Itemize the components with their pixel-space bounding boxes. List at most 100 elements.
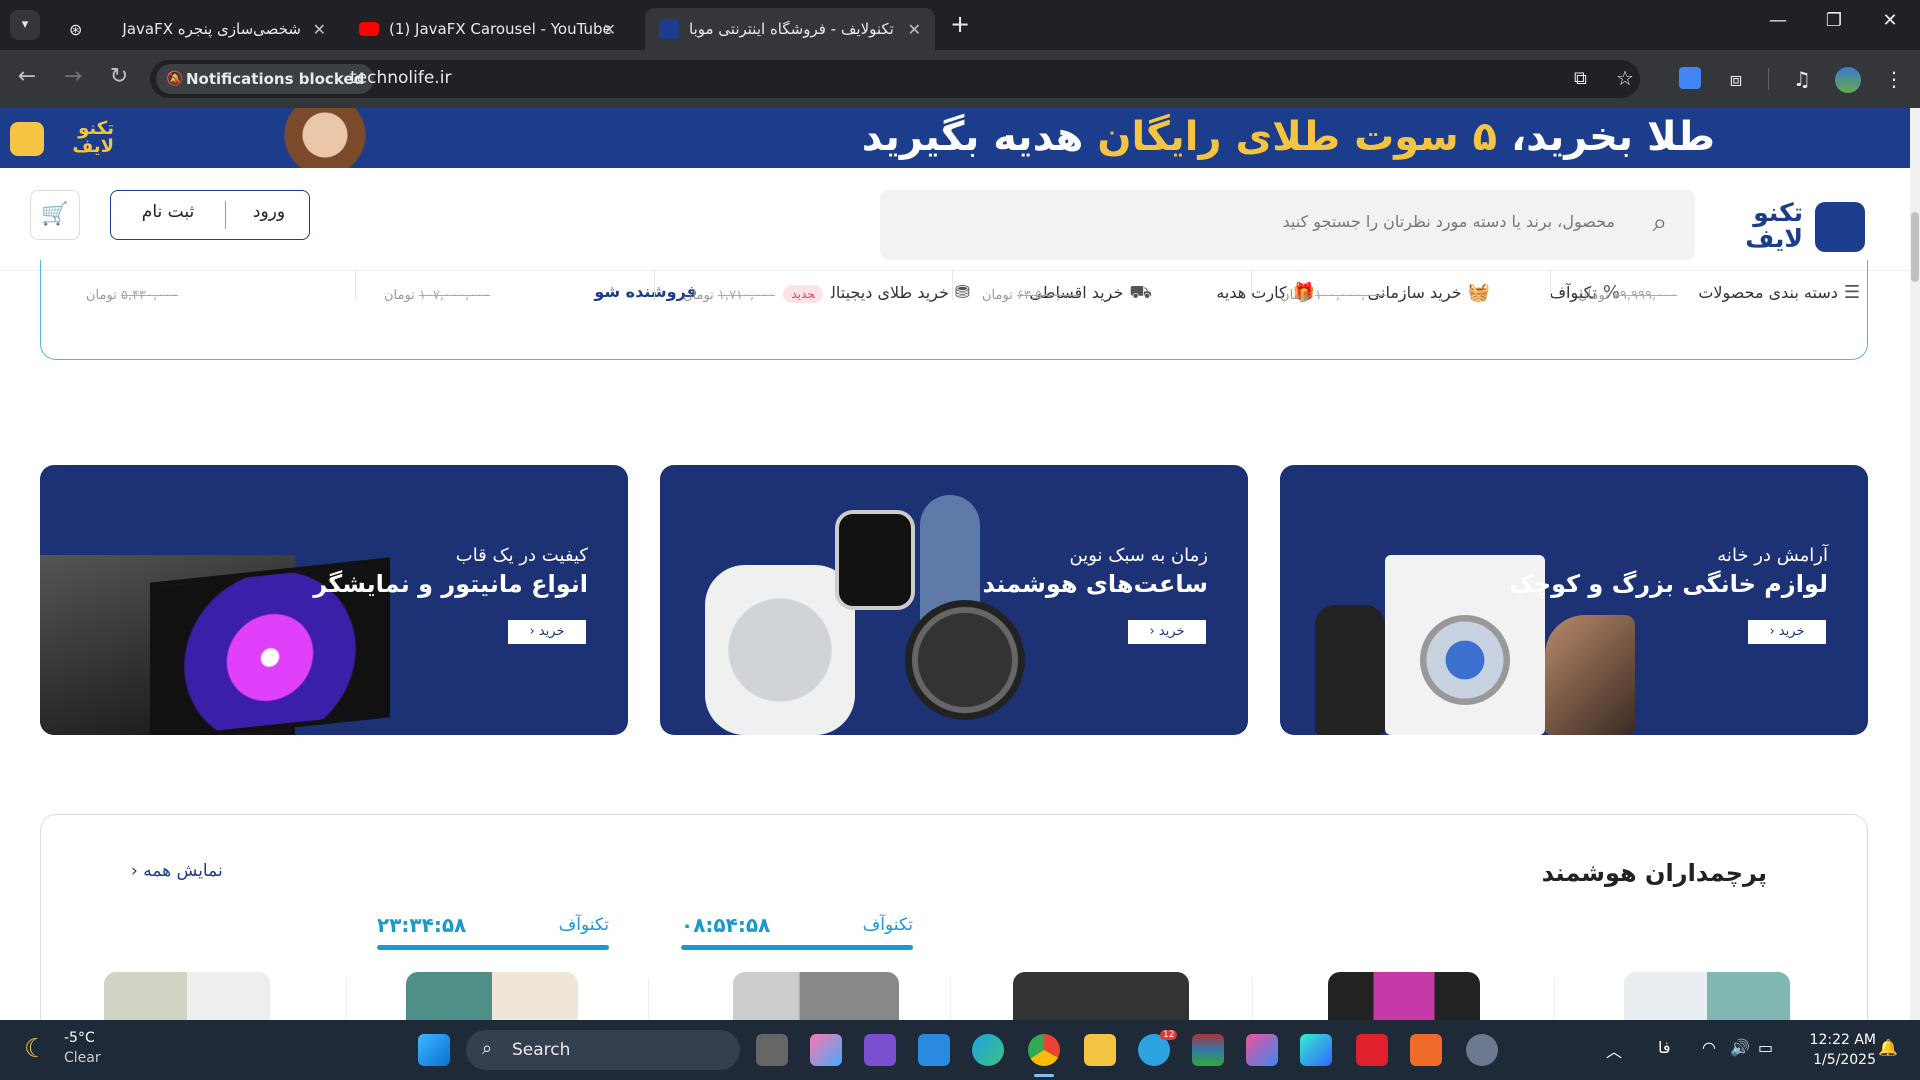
browser-tab-strip: ▾ ⊛ شخصی‌سازی پنجره JavaFX ✕ (1) JavaFX … — [0, 0, 1920, 50]
product-divider — [648, 978, 649, 1020]
intellij-icon[interactable] — [1246, 1034, 1278, 1066]
product-image-phone[interactable] — [1624, 972, 1790, 1020]
new-tab-button[interactable]: + — [950, 10, 970, 38]
vivaldi-icon[interactable] — [1356, 1034, 1388, 1066]
telegram-badge: 12 — [1160, 1030, 1178, 1040]
banner-home-appliances[interactable]: آرامش در خانه لوازم خانگی بزرگ و کوچک خر… — [1280, 465, 1868, 735]
cart-button[interactable]: 🛒 — [30, 190, 80, 240]
file-explorer-icon[interactable] — [1084, 1034, 1116, 1066]
close-tab-icon[interactable]: ✕ — [908, 20, 921, 39]
banner-smartwatches[interactable]: زمان به سبک نوین ساعت‌های هوشمند خرید ‹ — [660, 465, 1248, 735]
translate-icon[interactable]: ⧉ — [1574, 68, 1587, 89]
active-app-indicator — [1034, 1074, 1054, 1077]
logo-mark — [1815, 202, 1865, 252]
product-image-phone[interactable] — [733, 972, 899, 1020]
bookmark-star-icon[interactable]: ☆ — [1616, 66, 1634, 90]
winrar-icon[interactable] — [1192, 1034, 1224, 1066]
close-tab-icon[interactable]: ✕ — [313, 20, 326, 39]
profile-avatar[interactable] — [1834, 67, 1862, 98]
strip-divider — [952, 270, 953, 300]
browser-tab-active[interactable]: تکنولایف - فروشگاه اینترنتی موبا ✕ — [645, 8, 935, 50]
minimize-icon[interactable]: — — [1758, 10, 1798, 31]
back-icon[interactable]: ← — [12, 64, 42, 89]
flagship-section: پرچمداران هوشمند نمایش همه ‹ تکنوآف ۰۸:۵… — [40, 814, 1868, 1020]
forward-icon[interactable]: → — [58, 64, 88, 89]
buy-button[interactable]: خرید ‹ — [1128, 620, 1206, 644]
timer-progress-bar — [377, 945, 609, 950]
youtube-icon — [359, 22, 379, 36]
strip-price: ۱۰۷,۰۰۰,۰۰۰ تومان — [384, 288, 491, 303]
strip-price: ۶۹,۹۹۹,۰۰۰ تومان — [1578, 288, 1678, 303]
notification-bell-icon[interactable]: 🔔 — [1878, 1038, 1898, 1057]
openai-icon: ⊛ — [69, 19, 83, 39]
windows-taskbar: ☾ -5°C Clear ⌕ Search 12 ︿ فا ◠ 🔊 ▭ 12:2… — [0, 1020, 1920, 1080]
buy-button[interactable]: خرید ‹ — [508, 620, 586, 644]
auth-box: ورود ثبت نام — [110, 190, 310, 240]
washer-door-image — [1420, 615, 1510, 705]
strip-price: ۵,۴۳۰,۰۰۰ تومان — [86, 288, 179, 303]
product-image-phone[interactable] — [1328, 972, 1480, 1020]
edge-icon[interactable] — [972, 1034, 1004, 1066]
strip-divider — [355, 270, 356, 300]
site-logo[interactable]: تکنو لایف — [1725, 200, 1865, 258]
battery-icon[interactable]: ▭ — [1758, 1038, 1773, 1057]
product-image-phone[interactable] — [1013, 972, 1189, 1020]
product-image-phone[interactable] — [406, 972, 578, 1020]
tab-search-button[interactable]: ▾ — [10, 10, 40, 40]
close-tab-icon[interactable]: ✕ — [603, 20, 616, 39]
promo-banner[interactable]: تکنو لایف طلا بخرید، ۵ سوت طلای رایگان ه… — [0, 108, 1910, 168]
windows-start-icon[interactable] — [418, 1034, 450, 1066]
restore-icon[interactable]: ❐ — [1814, 10, 1854, 31]
promo-logo: تکنو لایف — [10, 118, 114, 160]
media-control-icon[interactable]: ♫ — [1788, 67, 1816, 91]
browser-tab[interactable]: ⊛ شخصی‌سازی پنجره JavaFX ✕ — [55, 8, 340, 50]
promo-headline: طلا بخرید، ۵ سوت طلای رایگان هدیه بگیرید — [861, 114, 1715, 160]
chrome-icon[interactable] — [1028, 1034, 1060, 1066]
auth-divider — [225, 201, 226, 229]
address-bar[interactable]: 🔕 Notifications blocked technolife.ir ⧉ … — [150, 60, 1640, 98]
register-button[interactable]: ثبت نام — [111, 202, 225, 222]
volume-icon[interactable]: 🔊 — [1730, 1038, 1750, 1057]
browser-tab[interactable]: (1) JavaFX Carousel - YouTube ✕ — [345, 8, 630, 50]
chevron-left-icon: ‹ — [131, 861, 138, 881]
scrollbar-thumb[interactable] — [1911, 212, 1919, 282]
reload-icon[interactable]: ↻ — [104, 64, 134, 89]
strip-divider — [654, 270, 655, 300]
promo-model-photo — [265, 108, 385, 168]
chrome-menu-icon[interactable]: ⋮ — [1880, 67, 1908, 91]
clock[interactable]: 12:22 AM 1/5/2025 — [1810, 1030, 1876, 1070]
product-image-phone[interactable] — [104, 972, 270, 1020]
brave-icon[interactable] — [1410, 1034, 1442, 1066]
visual-studio-icon[interactable] — [864, 1034, 896, 1066]
google-translate-extension-icon[interactable] — [1676, 67, 1704, 94]
dev-tool-icon[interactable] — [1300, 1034, 1332, 1066]
show-all-link[interactable]: نمایش همه ‹ — [131, 861, 223, 881]
search-icon: ⌕ — [482, 1038, 493, 1059]
settings-icon[interactable] — [1466, 1034, 1498, 1066]
product-divider — [950, 978, 951, 1020]
close-window-icon[interactable]: ✕ — [1870, 10, 1910, 31]
moon-icon: ☾ — [24, 1034, 48, 1064]
product-divider — [1554, 978, 1555, 1020]
extensions-icon[interactable]: ⧈ — [1722, 67, 1750, 91]
product-divider — [346, 978, 347, 1020]
notifications-blocked-chip[interactable]: 🔕 Notifications blocked — [156, 64, 375, 94]
smartwatch-apple-image — [835, 510, 915, 610]
banner-monitors[interactable]: کیفیت در یک قاب انواع مانیتور و نمایشگر … — [40, 465, 628, 735]
url-text[interactable]: technolife.ir — [350, 68, 451, 88]
tray-overflow-icon[interactable]: ︿ — [1606, 1038, 1622, 1062]
task-view-icon[interactable] — [756, 1034, 788, 1066]
smartwatch-black-image — [905, 600, 1025, 720]
section-title: پرچمداران هوشمند — [1541, 859, 1767, 887]
search-input[interactable]: ⌕ محصول، برند یا دسته مورد نظرتان را جست… — [880, 190, 1695, 260]
taskbar-search[interactable]: ⌕ Search — [466, 1030, 740, 1070]
wifi-icon[interactable]: ◠ — [1702, 1038, 1716, 1057]
buy-button[interactable]: خرید ‹ — [1748, 620, 1826, 644]
search-icon: ⌕ — [1652, 208, 1667, 238]
copilot-icon[interactable] — [810, 1034, 842, 1066]
login-button[interactable]: ورود — [229, 202, 309, 222]
iron-image — [1545, 615, 1635, 735]
language-indicator[interactable]: فا — [1658, 1038, 1671, 1057]
product-divider — [1252, 978, 1253, 1020]
vscode-icon[interactable] — [918, 1034, 950, 1066]
